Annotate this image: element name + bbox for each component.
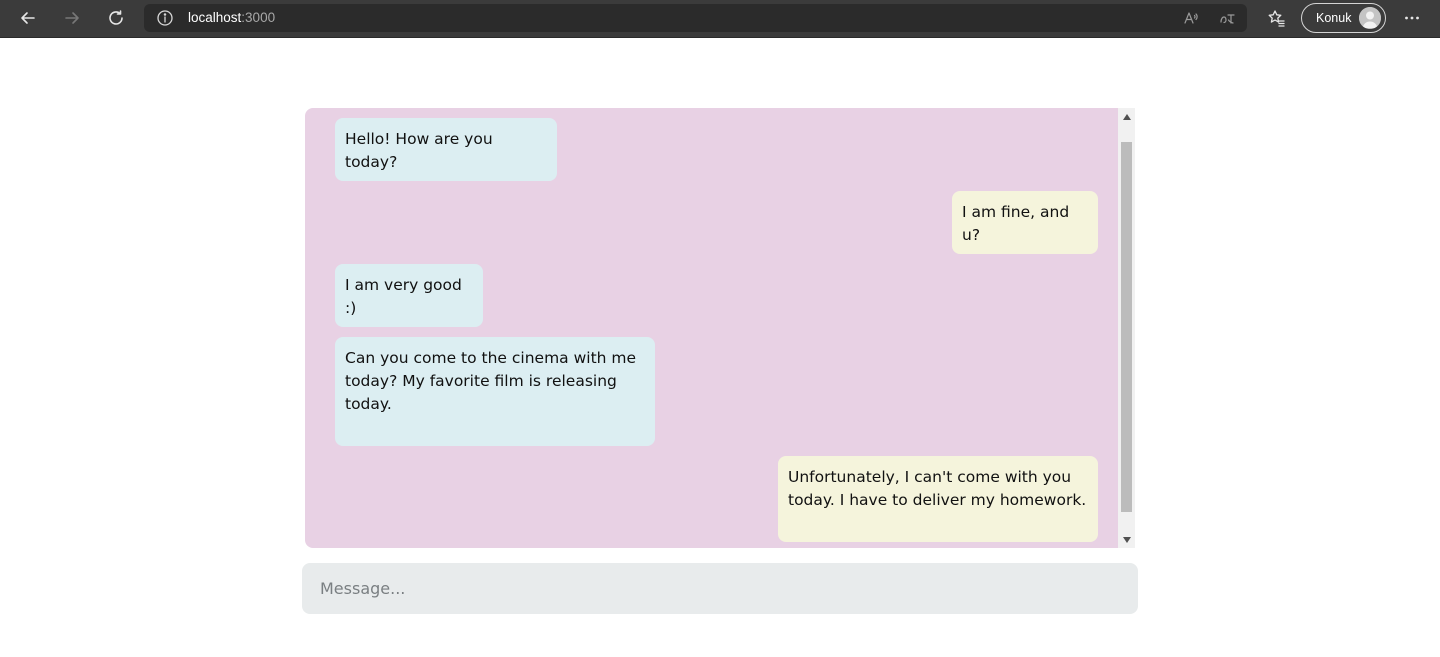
url-text[interactable]: localhost:3000 [188,9,275,27]
message-bubble-outgoing: Unfortunately, I can't come with you tod… [778,456,1098,542]
refresh-icon [109,10,123,25]
favorites-button[interactable] [1263,5,1289,31]
back-button[interactable] [13,4,43,32]
more-icon [1405,16,1419,20]
scroll-up-button[interactable] [1118,108,1135,125]
message-input[interactable] [302,563,1138,614]
user-avatar-icon [1359,7,1381,29]
read-aloud-button[interactable] [1182,9,1200,27]
browser-toolbar: localhost:3000 Konuk [0,0,1440,38]
back-arrow-icon [21,12,35,24]
caret-down-icon [1122,536,1131,543]
message-bubble-outgoing: I am fine, and u? [952,191,1098,254]
profile-button[interactable]: Konuk [1301,3,1386,33]
read-aloud-icon [1184,12,1198,24]
forward-arrow-icon [65,12,79,24]
message-bubble-incoming: Can you come to the cinema with me today… [335,337,655,446]
scroll-thumb[interactable] [1121,142,1132,512]
chat-messages-panel[interactable]: Hello! How are you today? I am fine, and… [305,108,1135,548]
message-bubble-incoming: I am very good :) [335,264,483,327]
url-host: localhost [188,10,242,25]
message-bubble-incoming: Hello! How are you today? [335,118,557,181]
forward-button[interactable] [57,4,87,32]
more-button[interactable] [1398,5,1426,31]
translate-button[interactable] [1218,9,1236,27]
url-port: :3000 [241,10,276,25]
avatar [1359,7,1381,29]
profile-name: Konuk [1316,11,1352,25]
translate-icon [1220,14,1235,24]
address-bar[interactable]: localhost:3000 [144,4,1247,32]
favorites-icon [1268,10,1285,27]
scroll-down-button[interactable] [1118,531,1135,548]
caret-up-icon [1122,113,1131,120]
info-icon[interactable] [156,9,174,27]
chat-scrollbar[interactable] [1118,108,1135,548]
refresh-button[interactable] [101,4,131,32]
